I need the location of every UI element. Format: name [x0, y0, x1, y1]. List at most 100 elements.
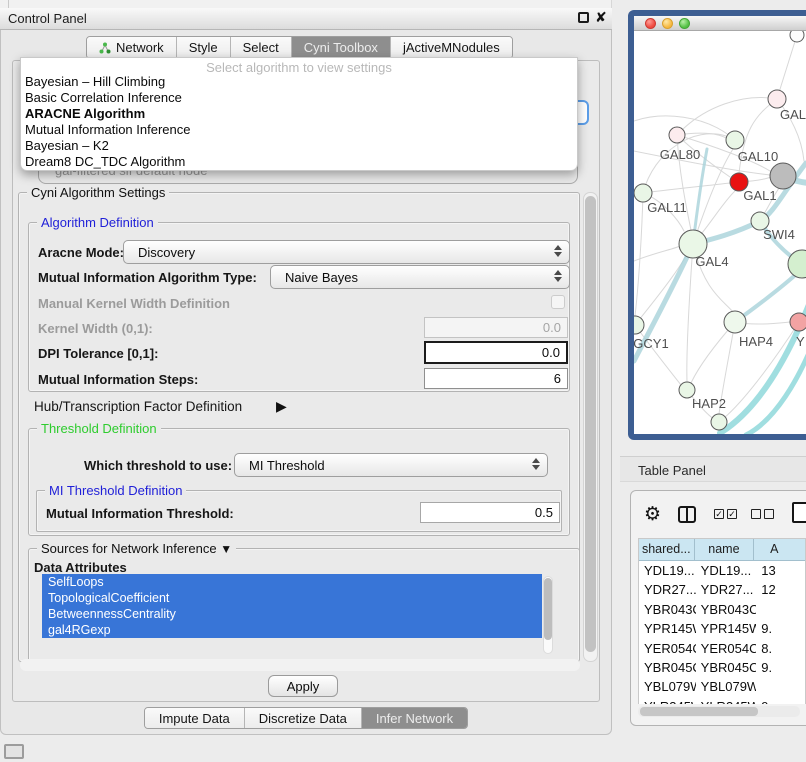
table-row[interactable]: YBR045C YBR045C 9.: [639, 658, 805, 677]
column-header-partial[interactable]: A: [754, 539, 805, 560]
network-edge[interactable]: [777, 35, 797, 99]
table-row[interactable]: YLR345W YLR345W 9.: [639, 697, 805, 704]
network-edge[interactable]: [635, 244, 693, 325]
attribute-gal4rgexp[interactable]: gal4RGexp: [42, 622, 542, 638]
network-node-label: GAL4: [695, 254, 728, 269]
table-row[interactable]: YDR27... YDR27... 12: [639, 580, 805, 599]
threshold-definition-title: Threshold Definition: [37, 421, 161, 436]
algorithm-option-bayesian-hill-climbing[interactable]: Bayesian – Hill Climbing: [21, 74, 577, 90]
network-node-label: GAL80: [660, 147, 700, 162]
network-edge[interactable]: [635, 325, 681, 385]
algorithm-definition-title: Algorithm Definition: [37, 215, 158, 230]
tab-select[interactable]: Select: [231, 37, 292, 58]
algorithm-option-dream8[interactable]: Dream8 DC_TDC Algorithm: [21, 154, 577, 170]
table-row[interactable]: YBR043C YBR043C: [639, 600, 805, 619]
close-traffic-light-icon[interactable]: [645, 18, 656, 29]
tab-impute-data[interactable]: Impute Data: [145, 708, 245, 728]
table-body: YDL19... YDL19... 13 YDR27... YDR27... 1…: [639, 561, 805, 704]
apply-button[interactable]: Apply: [268, 675, 338, 697]
stepper-arrows-icon: [532, 458, 540, 470]
which-threshold-combobox[interactable]: MI Threshold: [234, 453, 548, 477]
tab-infer-network[interactable]: Infer Network: [362, 708, 467, 728]
cyni-algorithm-settings-title: Cyni Algorithm Settings: [27, 185, 169, 200]
mi-algorithm-type-label: Mutual Information Algorithm Type:: [38, 270, 257, 285]
algorithm-dropdown-prompt: Select algorithm to view settings: [21, 58, 577, 74]
tab-network[interactable]: Network: [87, 37, 177, 58]
network-node-label: HAP2: [692, 396, 726, 411]
zoom-traffic-light-icon[interactable]: [679, 18, 690, 29]
algorithm-option-bayesian-k2[interactable]: Bayesian – K2: [21, 138, 577, 154]
mi-threshold-field[interactable]: 0.5: [420, 502, 560, 523]
network-node-node-salmon[interactable]: [790, 313, 806, 331]
table-row[interactable]: YDL19... YDL19... 13: [639, 561, 805, 580]
algorithm-option-mutual-information[interactable]: Mutual Information Inference: [21, 122, 577, 138]
network-edge[interactable]: [687, 244, 693, 382]
document-icon[interactable]: [792, 502, 806, 523]
network-node-GAL80[interactable]: [669, 127, 685, 143]
gear-icon[interactable]: ⚙: [644, 503, 661, 526]
network-node-node-pink-top[interactable]: [768, 90, 786, 108]
algorithm-option-aracne[interactable]: ARACNE Algorithm: [21, 106, 577, 122]
collapse-down-icon[interactable]: ▼: [220, 542, 232, 556]
network-node-GAL10[interactable]: [726, 131, 744, 149]
stepper-arrows-icon: [554, 270, 562, 282]
hub-section-label[interactable]: Hub/Transcription Factor Definition: [34, 399, 242, 414]
control-panel-title: Control Panel: [8, 11, 87, 26]
attribute-list-scroll-thumb[interactable]: [544, 578, 552, 640]
network-node-node-gray[interactable]: [770, 163, 796, 189]
tab-discretize-data[interactable]: Discretize Data: [245, 708, 362, 728]
network-edge[interactable]: [635, 193, 643, 316]
attribute-betweennesscentrality[interactable]: BetweennessCentrality: [42, 606, 542, 622]
bottom-tabs: Impute Data Discretize Data Infer Networ…: [0, 707, 612, 729]
deselect-all-checkboxes-icon[interactable]: [751, 509, 774, 519]
aracne-mode-value: Discovery: [138, 245, 195, 260]
manual-kernel-width-checkbox[interactable]: [551, 295, 565, 309]
network-node-node-bottom[interactable]: [711, 414, 727, 430]
mi-steps-field[interactable]: 6: [424, 368, 568, 389]
select-all-checkboxes-icon[interactable]: ✓✓: [714, 509, 737, 519]
network-edge[interactable]: [643, 183, 730, 193]
sources-title: Sources for Network Inference ▼: [37, 541, 236, 556]
algorithm-option-basic-correlation[interactable]: Basic Correlation Inference: [21, 90, 577, 106]
table-row[interactable]: YPR145W YPR145W 9.: [639, 619, 805, 638]
network-node-HAP4[interactable]: [724, 311, 746, 333]
tab-cyni-toolbox[interactable]: Cyni Toolbox: [292, 37, 391, 58]
minimize-traffic-light-icon[interactable]: [662, 18, 673, 29]
algorithm-combobox-focus-fragment: [577, 100, 589, 125]
column-header-shared-name[interactable]: shared...: [639, 539, 695, 560]
network-node-node-top-right[interactable]: [790, 31, 804, 42]
network-edge[interactable]: [677, 98, 777, 135]
column-header-name[interactable]: name: [695, 539, 755, 560]
expand-right-icon[interactable]: ▶: [276, 398, 287, 415]
dpi-tolerance-field[interactable]: 0.0: [424, 341, 568, 364]
network-edge[interactable]: [643, 134, 726, 193]
attribute-selfloops[interactable]: SelfLoops: [42, 574, 542, 590]
tab-style[interactable]: Style: [177, 37, 231, 58]
network-icon: [99, 42, 111, 54]
float-window-icon[interactable]: [578, 12, 589, 23]
data-attributes-list: SelfLoops TopologicalCoefficient Between…: [42, 574, 542, 638]
tab-jactivemnodules[interactable]: jActiveMNodules: [391, 37, 512, 58]
network-node-label: SWI4: [763, 227, 795, 242]
kernel-width-field[interactable]: 0.0: [424, 317, 568, 338]
table-row[interactable]: YER054C YER054C 8.: [639, 639, 805, 658]
aracne-mode-combobox[interactable]: Discovery: [123, 240, 570, 264]
settings-vertical-scroll-thumb[interactable]: [585, 196, 596, 652]
settings-horizontal-scrollbar[interactable]: [20, 659, 580, 671]
table-row[interactable]: YBL079W YBL079W: [639, 677, 805, 696]
attribute-topologicalcoefficient[interactable]: TopologicalCoefficient: [42, 590, 542, 606]
stepper-arrows-icon: [554, 245, 562, 257]
network-canvas[interactable]: GALGAL80GAL10GAL1GAL11SWI4GAL4GCY1HAP4YH…: [634, 31, 806, 434]
window-chrome-strip: [0, 0, 612, 8]
network-view-titlebar[interactable]: [634, 16, 806, 31]
network-node-GCY1[interactable]: [634, 316, 644, 334]
network-node-label: GAL: [780, 107, 806, 122]
network-edge[interactable]: [735, 269, 802, 322]
close-icon[interactable]: ✘: [595, 9, 607, 26]
table-horizontal-scroll-thumb[interactable]: [640, 707, 758, 716]
mi-algorithm-type-combobox[interactable]: Naive Bayes: [270, 265, 570, 289]
network-node-label: GAL10: [738, 149, 778, 164]
minimized-panel-icon[interactable]: [4, 744, 24, 759]
tab-network-label: Network: [116, 40, 164, 55]
columns-icon[interactable]: [678, 506, 696, 523]
